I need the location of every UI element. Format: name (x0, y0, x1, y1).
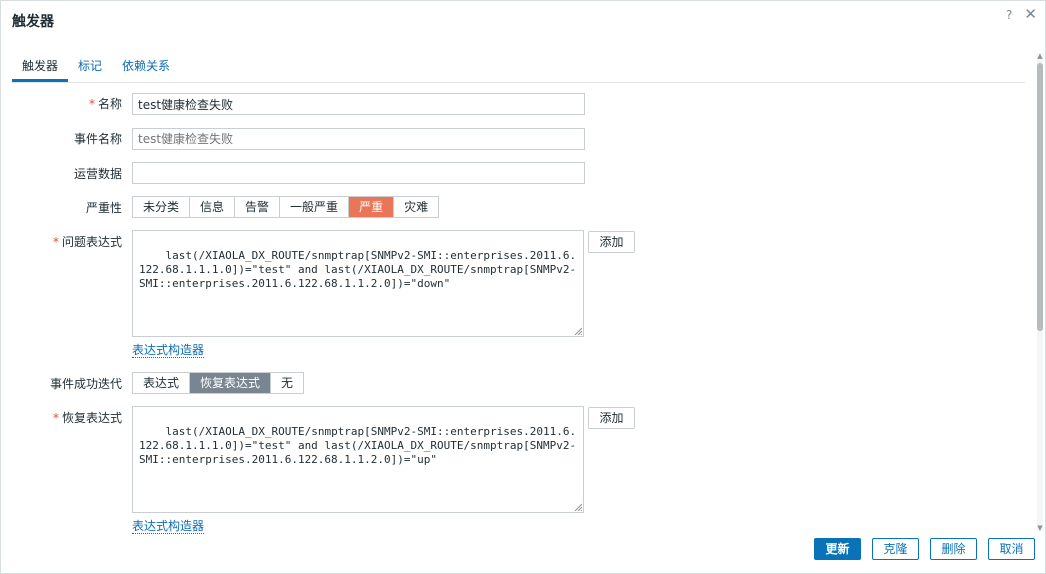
add-recovery-expression-button[interactable]: 添加 (588, 407, 635, 429)
scrollbar-thumb[interactable] (1037, 63, 1043, 331)
tab-trigger[interactable]: 触发器 (11, 57, 69, 82)
severity-warning[interactable]: 告警 (235, 197, 281, 217)
scroll-up-icon[interactable]: ▲ (1037, 53, 1043, 60)
severity-label: 严重性 (85, 201, 122, 215)
clone-button[interactable]: 克隆 (872, 538, 919, 560)
resize-handle-icon[interactable] (574, 503, 582, 511)
recovery-expression-text: last(/XIAOLA_DX_ROUTE/snmptrap[SNMPv2-SM… (139, 425, 577, 466)
problem-expression-builder-link[interactable]: 表达式构造器 (132, 343, 205, 358)
recovery-expression-builder-link[interactable]: 表达式构造器 (132, 519, 205, 534)
event-name-label: 事件名称 (73, 132, 122, 146)
ok-event-none[interactable]: 无 (271, 373, 304, 393)
name-input[interactable] (132, 93, 585, 115)
ok-event-expression[interactable]: 表达式 (133, 373, 191, 393)
opdata-input[interactable] (132, 162, 585, 184)
required-mark: * (52, 411, 59, 425)
problem-expression-label: * 问题表达式 (52, 235, 122, 249)
severity-average[interactable]: 一般严重 (280, 197, 350, 217)
name-label: * 名称 (88, 97, 122, 111)
tab-bar: 触发器 标记 依赖关系 (11, 57, 1025, 83)
required-mark: * (88, 97, 95, 111)
cancel-button[interactable]: 取消 (988, 538, 1035, 560)
tab-tags[interactable]: 标记 (78, 57, 102, 75)
ok-event-recovery-expression[interactable]: 恢复表达式 (190, 373, 272, 393)
recovery-expression-label: * 恢复表达式 (52, 411, 122, 425)
trigger-dialog: 触发器 ? ✕ 触发器 标记 依赖关系 *名称 事件名称 运营数据 严重性 未分… (0, 0, 1046, 574)
recovery-expression-textarea[interactable]: last(/XIAOLA_DX_ROUTE/snmptrap[SNMPv2-SM… (132, 406, 584, 513)
severity-information[interactable]: 信息 (190, 197, 236, 217)
severity-disaster[interactable]: 灾难 (394, 197, 439, 217)
severity-high[interactable]: 严重 (349, 197, 395, 217)
dialog-header-icons: ? ✕ (1006, 7, 1037, 22)
help-icon[interactable]: ? (1006, 8, 1012, 22)
problem-expression-textarea[interactable]: last(/XIAOLA_DX_ROUTE/snmptrap[SNMPv2-SM… (132, 230, 584, 337)
update-button[interactable]: 更新 (814, 538, 861, 560)
severity-not-classified[interactable]: 未分类 (133, 197, 191, 217)
delete-button[interactable]: 删除 (930, 538, 977, 560)
required-mark: * (52, 235, 59, 249)
dialog-footer: 更新 克隆 删除 取消 (814, 538, 1035, 560)
add-problem-expression-button[interactable]: 添加 (588, 231, 635, 253)
resize-handle-icon[interactable] (574, 327, 582, 335)
opdata-label: 运营数据 (73, 167, 122, 181)
ok-event-label: 事件成功迭代 (49, 377, 122, 391)
ok-event-selector: 表达式 恢复表达式 无 (132, 372, 305, 394)
event-name-input[interactable] (132, 128, 585, 150)
tab-dependencies[interactable]: 依赖关系 (122, 57, 170, 75)
problem-expression-text: last(/XIAOLA_DX_ROUTE/snmptrap[SNMPv2-SM… (139, 249, 577, 290)
severity-selector: 未分类 信息 告警 一般严重 严重 灾难 (132, 196, 440, 218)
dialog-title: 触发器 (12, 14, 54, 30)
vertical-scrollbar[interactable]: ▲ ▼ (1037, 53, 1043, 532)
close-icon[interactable]: ✕ (1024, 7, 1037, 22)
scroll-down-icon[interactable]: ▼ (1037, 525, 1043, 532)
